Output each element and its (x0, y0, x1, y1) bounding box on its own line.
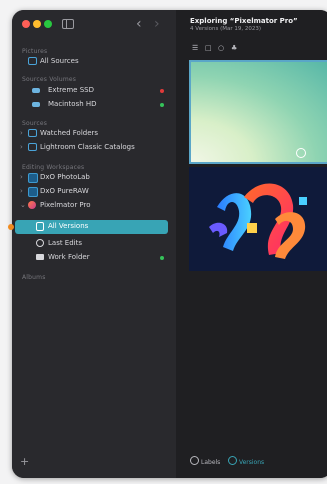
section-albums: Albums (22, 274, 46, 281)
people-icon[interactable]: ♣ (231, 44, 237, 52)
abstract-3d-artwork (189, 167, 327, 271)
minimize-window-button[interactable] (33, 20, 41, 28)
sidebar-toggle-icon[interactable] (62, 19, 74, 29)
bottom-bar: Labels Versions (190, 456, 264, 466)
folder-icon (28, 57, 37, 65)
sidebar-item-work-folder[interactable]: Work Folder (12, 252, 176, 264)
tag-icon[interactable]: ○ (218, 44, 224, 52)
pixelmator-pro-icon (28, 201, 36, 209)
section-sources: Sources (22, 120, 48, 127)
chevron-right-icon[interactable]: › (20, 173, 23, 181)
drive-icon (32, 88, 40, 93)
status-dot (160, 256, 164, 260)
folder-view-icon[interactable]: □ (205, 44, 212, 52)
folder-icon (36, 254, 44, 260)
labels-tab[interactable]: Labels (190, 456, 221, 466)
main-content: Exploring “Pixelmator Pro” 4 Versions (M… (176, 10, 327, 478)
image-thumbnail[interactable] (189, 60, 327, 164)
pointer-indicator (8, 224, 14, 230)
sidebar-item-extreme-ssd[interactable]: Extreme SSD (12, 85, 176, 97)
dxo-photolab-icon (28, 173, 38, 183)
edited-badge-icon (296, 148, 306, 158)
sidebar-item-label: All Versions (48, 222, 89, 230)
sidebar-item-label: DxO PureRAW (40, 187, 89, 195)
sidebar-item-label: Lightroom Classic Catalogs (40, 143, 135, 151)
sidebar-item-label: Pixelmator Pro (40, 201, 91, 209)
labels-icon (190, 456, 199, 465)
sidebar-item-label: All Sources (40, 57, 79, 65)
chevron-right-icon[interactable]: › (20, 129, 23, 137)
forward-button[interactable]: › (154, 16, 160, 32)
back-button[interactable]: ‹ (136, 16, 142, 32)
sidebar-item-watched-folders[interactable]: › Watched Folders (12, 128, 176, 140)
sidebar-item-label: Macintosh HD (48, 100, 97, 108)
section-pictures: Pictures (22, 48, 48, 55)
zoom-window-button[interactable] (44, 20, 52, 28)
folder-icon (28, 129, 37, 137)
sidebar-item-last-edits[interactable]: Last Edits (12, 238, 176, 250)
sidebar-item-label: Extreme SSD (48, 86, 94, 94)
dxo-pureraw-icon (28, 187, 38, 197)
folder-icon (28, 143, 37, 151)
versions-tab[interactable]: Versions (227, 456, 265, 466)
versions-label: Versions (238, 459, 265, 466)
hierarchy-icon[interactable]: ☰ (192, 44, 198, 52)
status-dot (160, 103, 164, 107)
status-dot (160, 89, 164, 93)
chevron-right-icon[interactable]: › (20, 187, 23, 195)
sidebar-item-dxo-pureraw[interactable]: › DxO PureRAW (12, 186, 176, 198)
sidebar-item-label: DxO PhotoLab (40, 173, 90, 181)
page-subtitle: 4 Versions (Mar 19, 2023) (190, 26, 261, 32)
image-thumbnail[interactable] (189, 167, 327, 271)
section-editing-workspaces: Editing Workspaces (22, 164, 85, 171)
app-window: ‹ › Pictures All Sources Sources Volumes… (12, 10, 327, 478)
versions-icon (227, 456, 237, 465)
sidebar-item-label: Last Edits (48, 239, 83, 247)
sidebar-item-macintosh-hd[interactable]: Macintosh HD (12, 99, 176, 111)
page-title: Exploring “Pixelmator Pro” (190, 17, 298, 25)
sidebar-item-all-versions[interactable]: All Versions (15, 220, 168, 234)
sidebar: ‹ › Pictures All Sources Sources Volumes… (12, 10, 177, 478)
chevron-right-icon[interactable]: › (20, 143, 23, 151)
close-window-button[interactable] (22, 20, 30, 28)
sidebar-item-pixelmator-pro[interactable]: ⌄ Pixelmator Pro (12, 200, 176, 212)
title-bar: ‹ › (12, 10, 176, 40)
sidebar-item-all-sources[interactable]: All Sources (12, 56, 176, 68)
sidebar-item-lightroom-catalogs[interactable]: › Lightroom Classic Catalogs (12, 142, 176, 154)
add-button[interactable]: + (20, 455, 29, 468)
sidebar-item-label: Work Folder (48, 253, 90, 261)
sidebar-item-dxo-photolab[interactable]: › DxO PhotoLab (12, 172, 176, 184)
versions-icon (36, 222, 44, 231)
chevron-down-icon[interactable]: ⌄ (20, 201, 26, 209)
drive-icon (32, 102, 40, 107)
sidebar-item-label: Watched Folders (40, 129, 99, 137)
labels-label: Labels (201, 459, 221, 466)
clock-icon (36, 239, 44, 247)
section-volumes: Sources Volumes (22, 76, 77, 83)
